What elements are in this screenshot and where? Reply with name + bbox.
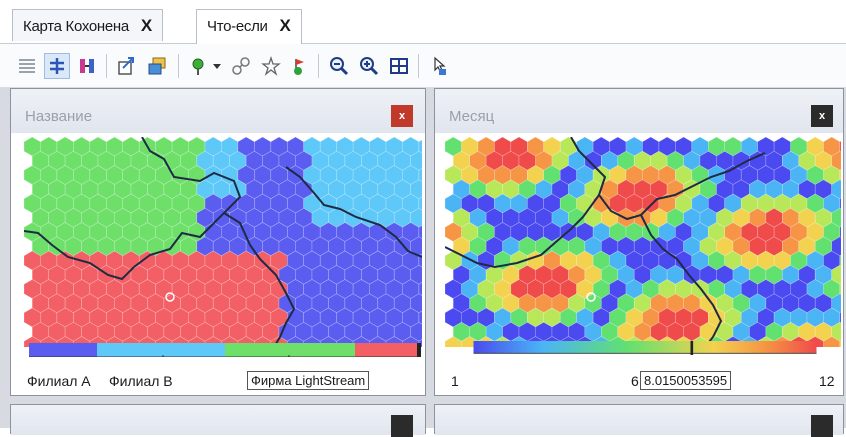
kohonen-map-name[interactable] [24,137,422,347]
panel-header [11,405,425,437]
tooltip: Фирма LightStream [247,371,370,390]
panel-name: Название x Филиал А Филиал В Фирма Light… [10,88,426,396]
legend-label-branch-b: Филиал В [109,373,173,389]
tab-bar: Карта Кохонена X Что-если X [0,0,846,44]
scale-mid: 6 [631,373,639,389]
close-icon[interactable]: x [391,105,413,127]
scale-min: 1 [451,373,459,389]
panel-header: Название x [11,89,425,133]
tab-label: Карта Кохонена [23,18,129,35]
panel-workspace: Название x Филиал А Филиал В Фирма Light… [0,88,846,437]
zoom-out-icon[interactable] [326,53,352,79]
legend-bar [29,343,421,357]
export-icon[interactable] [114,53,140,79]
tab-what-if[interactable]: Что-если X [196,9,302,44]
panel-lower-left [10,404,426,437]
panel-header [435,405,843,437]
pin-icon[interactable] [186,53,212,79]
fit-icon[interactable] [386,53,412,79]
columns-icon[interactable] [74,53,100,79]
close-icon[interactable]: X [280,16,291,36]
tooltip: 8.0150053595 [640,371,732,390]
cursor-icon[interactable] [426,53,452,79]
toolbar [0,44,846,88]
grid-icon[interactable] [14,53,40,79]
select-icon[interactable] [44,53,70,79]
panel-header: Месяц x [435,89,843,133]
tab-label: Что-если [207,18,268,35]
panel-month: Месяц x 1 6 12 8.0150053595 [434,88,844,396]
link-icon[interactable] [228,53,254,79]
panel-title: Месяц [449,108,495,125]
zoom-in-icon[interactable] [356,53,382,79]
flag-icon[interactable] [286,53,312,79]
kohonen-map-month[interactable] [445,137,841,347]
close-icon[interactable]: x [811,105,833,127]
legend-label-branch-a: Филиал А [27,373,91,389]
dropdown-icon[interactable] [210,53,224,79]
star-icon[interactable] [258,53,284,79]
gradient-scale [473,341,817,355]
copy-icon[interactable] [144,53,170,79]
close-icon[interactable]: X [141,16,152,36]
panel-title: Название [25,108,93,125]
close-icon[interactable] [811,415,833,437]
close-icon[interactable] [391,415,413,437]
tab-kohonen-map[interactable]: Карта Кохонена X [12,9,163,41]
scale-max: 12 [819,373,835,389]
panel-lower-right [434,404,844,437]
